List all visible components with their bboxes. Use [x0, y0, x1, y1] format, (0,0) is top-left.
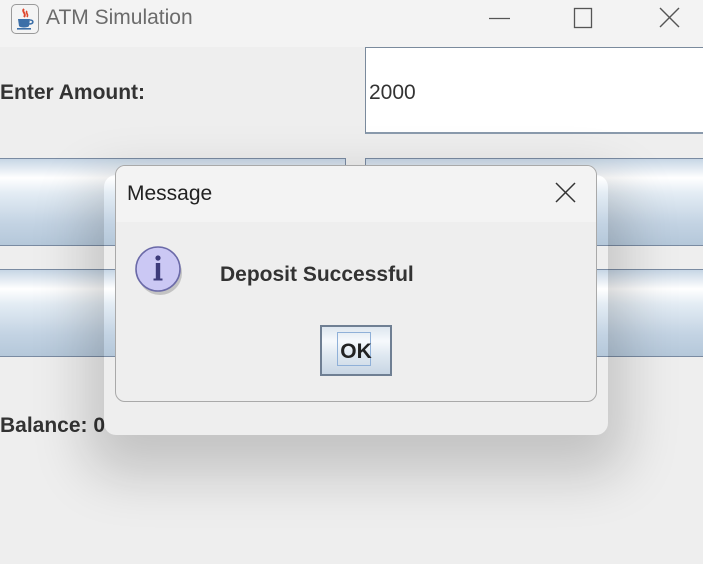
title-bar: ATM Simulation	[0, 0, 703, 47]
info-icon	[135, 242, 185, 296]
window-title: ATM Simulation	[46, 6, 193, 29]
dialog-message: Deposit Successful	[220, 263, 414, 286]
close-icon	[555, 182, 576, 203]
amount-input[interactable]: 2000	[365, 47, 703, 134]
amount-value: 2000	[369, 81, 416, 104]
close-button[interactable]	[646, 0, 692, 38]
message-dialog: Message Deposit Successful OK	[115, 165, 597, 402]
dialog-title-bar: Message	[116, 166, 596, 222]
balance-label: Balance: 0	[0, 414, 106, 437]
dialog-close-button[interactable]	[544, 174, 588, 214]
ok-button[interactable]: OK	[320, 325, 392, 376]
close-icon	[659, 7, 680, 28]
maximize-icon	[573, 7, 593, 29]
ok-button-label: OK	[340, 340, 372, 363]
java-cup-icon	[11, 4, 39, 34]
dialog-title: Message	[127, 182, 213, 205]
minimize-button[interactable]	[477, 0, 523, 38]
minimize-icon	[489, 17, 510, 20]
maximize-button[interactable]	[560, 0, 606, 38]
amount-label: Enter Amount:	[0, 81, 146, 104]
